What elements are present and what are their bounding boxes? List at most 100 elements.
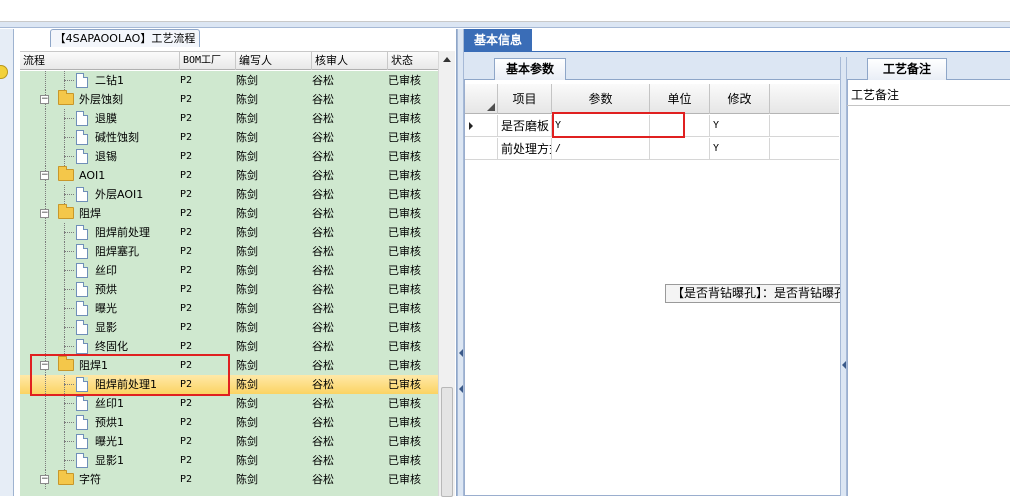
- left-collapse-strip[interactable]: [0, 29, 14, 496]
- tree-node-label: 碱性蚀刻: [95, 131, 139, 144]
- tree-guide-line: [45, 128, 46, 147]
- collapse-left-arrow-icon[interactable]: [459, 385, 463, 393]
- tree-node-label: 退膜: [95, 112, 117, 125]
- reviewer-cell: 谷松: [312, 435, 334, 448]
- tree-step-row[interactable]: 碱性蚀刻 P2 陈剑 谷松 已审核: [20, 128, 438, 147]
- tree-guide-line: [45, 413, 46, 432]
- tree-node-label: 字符: [79, 473, 101, 486]
- cell-item[interactable]: 前处理方式: [498, 138, 552, 160]
- pane-splitter[interactable]: [457, 29, 464, 496]
- status-cell: 已审核: [388, 359, 421, 372]
- table-row[interactable]: 前处理方式 / Y: [465, 138, 839, 160]
- tree-node-label: 显影: [95, 321, 117, 334]
- tree-step-row[interactable]: 退膜 P2 陈剑 谷松 已审核: [20, 109, 438, 128]
- tree-guide-line: [45, 109, 46, 128]
- tree-guide-line: [45, 394, 46, 413]
- tree-step-row[interactable]: 预烘1 P2 陈剑 谷松 已审核: [20, 413, 438, 432]
- author-cell: 陈剑: [236, 283, 258, 296]
- cell-modify[interactable]: Y: [710, 115, 770, 137]
- status-cell: 已审核: [388, 226, 421, 239]
- folder-icon: [58, 470, 74, 485]
- scroll-up-arrow-icon[interactable]: [443, 57, 451, 62]
- status-cell: 已审核: [388, 150, 421, 163]
- collapse-node-icon[interactable]: −: [40, 171, 49, 180]
- author-cell: 陈剑: [236, 435, 258, 448]
- reviewer-cell: 谷松: [312, 321, 334, 334]
- collapse-node-icon[interactable]: −: [40, 95, 49, 104]
- tab-process-notes[interactable]: 工艺备注: [867, 58, 947, 80]
- bom-cell: P2: [180, 151, 193, 162]
- tree-step-row[interactable]: 阻焊前处理 P2 陈剑 谷松 已审核: [20, 223, 438, 242]
- cell-item[interactable]: 是否磨板: [498, 115, 552, 137]
- scroll-thumb[interactable]: [441, 387, 453, 497]
- status-cell: 已审核: [388, 207, 421, 220]
- reviewer-cell: 谷松: [312, 378, 334, 391]
- bom-cell: P2: [180, 474, 193, 485]
- tree-step-row[interactable]: 丝印1 P2 陈剑 谷松 已审核: [20, 394, 438, 413]
- tree-node-label: 丝印: [95, 264, 117, 277]
- tree-node-label: 显影1: [95, 454, 124, 467]
- grid-header-item[interactable]: 项目: [498, 84, 552, 114]
- grid-header-modify[interactable]: 修改: [710, 84, 770, 114]
- folder-icon: [58, 166, 74, 181]
- cell-modify[interactable]: Y: [710, 138, 770, 160]
- bom-cell: P2: [180, 398, 193, 409]
- collapse-node-icon[interactable]: −: [40, 475, 49, 484]
- author-cell: 陈剑: [236, 321, 258, 334]
- current-row-arrow-icon: [469, 122, 473, 130]
- tree-step-row[interactable]: 外层AOI1 P2 陈剑 谷松 已审核: [20, 185, 438, 204]
- tree-step-row[interactable]: 退锡 P2 陈剑 谷松 已审核: [20, 147, 438, 166]
- grid-corner[interactable]: [465, 84, 498, 114]
- cell-unit[interactable]: [650, 138, 710, 160]
- collapse-left-arrow-icon[interactable]: [842, 361, 846, 369]
- tree-step-row[interactable]: 预烘 P2 陈剑 谷松 已审核: [20, 280, 438, 299]
- tree-scrollbar[interactable]: [438, 51, 455, 497]
- tree-guide-line: [64, 270, 74, 271]
- tree-guide-line: [45, 223, 46, 242]
- tree-step-row[interactable]: 二钻1 P2 陈剑 谷松 已审核: [20, 71, 438, 90]
- status-cell: 已审核: [388, 302, 421, 315]
- column-header-status[interactable]: 状态: [388, 52, 438, 70]
- tab-process-flow[interactable]: 【4SAPAOOLAO】工艺流程: [50, 29, 200, 47]
- grid-header-unit[interactable]: 单位: [650, 84, 710, 114]
- tree-step-row[interactable]: 曝光 P2 陈剑 谷松 已审核: [20, 299, 438, 318]
- tree-step-row[interactable]: 显影 P2 陈剑 谷松 已审核: [20, 318, 438, 337]
- tree-folder-row[interactable]: − 字符 P2 陈剑 谷松 已审核: [20, 470, 438, 489]
- collapse-node-icon[interactable]: −: [40, 209, 49, 218]
- tree-folder-row[interactable]: − 阻焊 P2 陈剑 谷松 已审核: [20, 204, 438, 223]
- tree-step-row[interactable]: 阻焊塞孔 P2 陈剑 谷松 已审核: [20, 242, 438, 261]
- author-cell: 陈剑: [236, 454, 258, 467]
- author-cell: 陈剑: [236, 359, 258, 372]
- tree-step-row[interactable]: 曝光1 P2 陈剑 谷松 已审核: [20, 432, 438, 451]
- column-header-bom[interactable]: BOM工厂: [180, 52, 236, 70]
- bom-cell: P2: [180, 246, 193, 257]
- tree-folder-row[interactable]: − AOI1 P2 陈剑 谷松 已审核: [20, 166, 438, 185]
- tree-step-row[interactable]: 显影1 P2 陈剑 谷松 已审核: [20, 451, 438, 470]
- tree-guide-line: [45, 261, 46, 280]
- highlight-annotation-box: [30, 354, 230, 396]
- tree-guide-line: [64, 289, 74, 290]
- grid-header-param[interactable]: 参数: [552, 84, 650, 114]
- row-indicator[interactable]: [465, 115, 498, 137]
- collapse-toggle-icon[interactable]: [0, 65, 8, 79]
- reviewer-cell: 谷松: [312, 264, 334, 277]
- column-header-author[interactable]: 编写人: [236, 52, 312, 70]
- top-splitter[interactable]: [0, 22, 1010, 28]
- column-header-reviewer[interactable]: 核审人: [312, 52, 388, 70]
- tree-node-label: 曝光1: [95, 435, 124, 448]
- cell-param[interactable]: /: [552, 138, 650, 160]
- author-cell: 陈剑: [236, 207, 258, 220]
- tree-guide-line: [45, 242, 46, 261]
- column-header-flow[interactable]: 流程: [20, 52, 180, 70]
- notes-field-label: 工艺备注: [847, 84, 1010, 106]
- collapse-left-arrow-icon[interactable]: [459, 349, 463, 357]
- author-cell: 陈剑: [236, 112, 258, 125]
- bom-cell: P2: [180, 417, 193, 428]
- tab-basic-params[interactable]: 基本参数: [494, 58, 566, 80]
- tree-step-row[interactable]: 丝印 P2 陈剑 谷松 已审核: [20, 261, 438, 280]
- notes-splitter[interactable]: [840, 57, 847, 496]
- tab-basic-info[interactable]: 基本信息: [464, 29, 532, 51]
- tree-folder-row[interactable]: − 外层蚀刻 P2 陈剑 谷松 已审核: [20, 90, 438, 109]
- row-indicator[interactable]: [465, 138, 498, 160]
- document-icon: [76, 453, 88, 468]
